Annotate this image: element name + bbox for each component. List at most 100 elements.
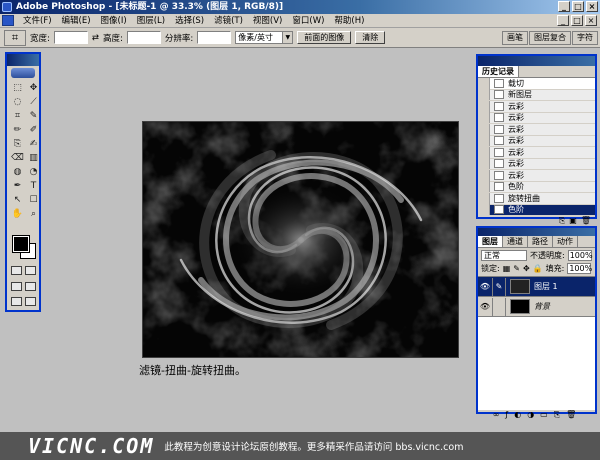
maximize-button[interactable]: □ — [572, 1, 584, 12]
close-button[interactable]: × — [586, 1, 598, 12]
history-source-checkbox[interactable] — [478, 112, 490, 124]
new-layer-icon[interactable]: ⎘ — [554, 410, 560, 420]
history-source-checkbox[interactable] — [478, 100, 490, 112]
menu-window[interactable]: 窗口(W) — [287, 14, 329, 28]
extra-icon[interactable] — [25, 297, 36, 306]
doc-minimize-button[interactable]: _ — [557, 15, 569, 26]
zoom-tool-icon[interactable]: ⌕ — [26, 208, 41, 221]
tab-channels[interactable]: 通道 — [503, 236, 528, 247]
history-source-checkbox[interactable] — [478, 123, 490, 135]
photoshop-doc-icon[interactable] — [2, 15, 14, 26]
tab-history[interactable]: 历史记录 — [478, 66, 519, 77]
history-step[interactable]: 云彩 — [478, 100, 595, 113]
layer-name[interactable]: 图层 1 — [534, 281, 558, 292]
dodge-tool-icon[interactable]: ◔ — [26, 166, 41, 179]
eye-icon[interactable]: 👁 — [478, 302, 492, 311]
history-step[interactable]: 载切 — [478, 77, 595, 90]
link-layers-icon[interactable]: ∞ — [493, 410, 500, 420]
adobe-online-icon[interactable] — [11, 68, 35, 78]
history-step[interactable]: 云彩 — [478, 169, 595, 182]
tab-layer-comps[interactable]: 图层复合 — [529, 31, 571, 45]
history-source-checkbox[interactable] — [478, 169, 490, 181]
history-source-checkbox[interactable] — [478, 158, 490, 170]
menu-edit[interactable]: 编辑(E) — [57, 14, 96, 28]
screen-mode-toggle[interactable] — [11, 282, 37, 292]
brush-icon[interactable]: ✎ — [492, 277, 506, 296]
layer-name[interactable]: 背景 — [534, 301, 550, 312]
tab-paths[interactable]: 路径 — [528, 236, 553, 247]
link-slot[interactable] — [492, 297, 506, 316]
clear-button[interactable]: 清除 — [355, 31, 386, 44]
history-step[interactable]: 云彩 — [478, 112, 595, 124]
tab-character[interactable]: 字符 — [572, 31, 598, 45]
standard-mode-icon[interactable] — [11, 266, 22, 275]
document-canvas[interactable] — [142, 121, 459, 358]
crop-icon[interactable]: ⌗ — [4, 29, 26, 46]
crop-tool-icon[interactable]: ⌗ — [10, 110, 25, 123]
width-input[interactable] — [53, 31, 88, 44]
layer-row[interactable]: 👁 背景 — [478, 296, 595, 316]
swap-icon[interactable]: ⇄ — [92, 33, 99, 43]
quick-mask-icon[interactable] — [25, 266, 36, 275]
foreground-color-swatch[interactable] — [12, 235, 30, 253]
history-source-checkbox[interactable] — [478, 77, 490, 89]
front-image-button[interactable]: 前面的图像 — [297, 31, 352, 44]
menu-select[interactable]: 选择(S) — [170, 14, 209, 28]
resolution-input[interactable] — [197, 31, 232, 44]
lock-pixels-icon[interactable]: ✎ — [513, 264, 520, 273]
history-step[interactable]: 新图层 — [478, 89, 595, 101]
hand-tool-icon[interactable]: ✋ — [10, 208, 25, 221]
history-source-checkbox[interactable] — [478, 89, 490, 101]
menu-file[interactable]: 文件(F) — [18, 14, 57, 28]
slice-tool-icon[interactable]: ✎ — [26, 110, 41, 123]
new-snapshot-icon[interactable]: ▣ — [569, 216, 577, 226]
height-input[interactable] — [126, 31, 161, 44]
history-step[interactable]: 色阶 — [478, 181, 595, 193]
eye-icon[interactable]: 👁 — [478, 282, 492, 291]
layer-mask-icon[interactable]: ◐ — [514, 410, 521, 420]
quick-mask-toggle[interactable] — [11, 266, 37, 276]
lock-transparency-icon[interactable]: ▦ — [503, 264, 511, 273]
unit-select[interactable]: 像素/英寸 ▼ — [235, 31, 294, 44]
path-select-tool-icon[interactable]: ↖ — [10, 194, 25, 207]
new-document-from-state-icon[interactable]: ⎘ — [559, 216, 565, 226]
lock-all-icon[interactable]: 🔒 — [533, 264, 543, 273]
menu-image[interactable]: 图像(I) — [96, 14, 132, 28]
blend-mode-select[interactable]: 正常 — [481, 250, 527, 261]
menu-help[interactable]: 帮助(H) — [329, 14, 369, 28]
layer-style-icon[interactable]: ƒ — [505, 410, 508, 420]
history-step[interactable]: 云彩 — [478, 123, 595, 136]
doc-close-button[interactable]: × — [585, 15, 597, 26]
history-step-selected[interactable]: 色阶 — [478, 204, 595, 216]
fill-input[interactable]: 100% — [567, 263, 592, 274]
layers-panel-title-bar[interactable] — [478, 228, 595, 236]
menu-view[interactable]: 视图(V) — [248, 14, 287, 28]
gradient-tool-icon[interactable]: ▥ — [26, 152, 41, 165]
screen-mode-standard-icon[interactable] — [11, 282, 22, 291]
tab-brushes[interactable]: 画笔 — [502, 31, 528, 45]
eraser-tool-icon[interactable]: ⌫ — [10, 152, 25, 165]
opacity-input[interactable]: 100% — [567, 250, 593, 261]
clone-stamp-tool-icon[interactable]: ⎘ — [10, 138, 25, 151]
adjustment-layer-icon[interactable]: ◑ — [527, 410, 534, 420]
toolbox-title-bar[interactable] — [7, 54, 39, 66]
brush-tool-icon[interactable]: ✐ — [26, 124, 41, 137]
layer-row[interactable]: 👁 ✎ 图层 1 — [478, 276, 595, 296]
history-source-checkbox[interactable] — [478, 204, 490, 216]
history-source-checkbox[interactable] — [478, 135, 490, 147]
shape-tool-icon[interactable]: ☐ — [26, 194, 41, 207]
history-step[interactable]: 云彩 — [478, 135, 595, 147]
doc-restore-button[interactable]: □ — [571, 15, 583, 26]
history-source-checkbox[interactable] — [478, 192, 490, 204]
history-source-checkbox[interactable] — [478, 181, 490, 193]
pen-tool-icon[interactable]: ✒ — [10, 180, 25, 193]
lock-position-icon[interactable]: ✥ — [523, 264, 530, 273]
screen-mode-full-icon[interactable] — [25, 282, 36, 291]
history-source-checkbox[interactable] — [478, 146, 490, 158]
tab-layers[interactable]: 图层 — [478, 236, 503, 247]
menu-layer[interactable]: 图层(L) — [132, 14, 170, 28]
lasso-tool-icon[interactable]: ◌ — [10, 96, 25, 109]
history-panel-title-bar[interactable] — [478, 56, 595, 66]
history-step[interactable]: 云彩 — [478, 158, 595, 170]
jump-to-imageready-icon[interactable] — [11, 297, 22, 306]
